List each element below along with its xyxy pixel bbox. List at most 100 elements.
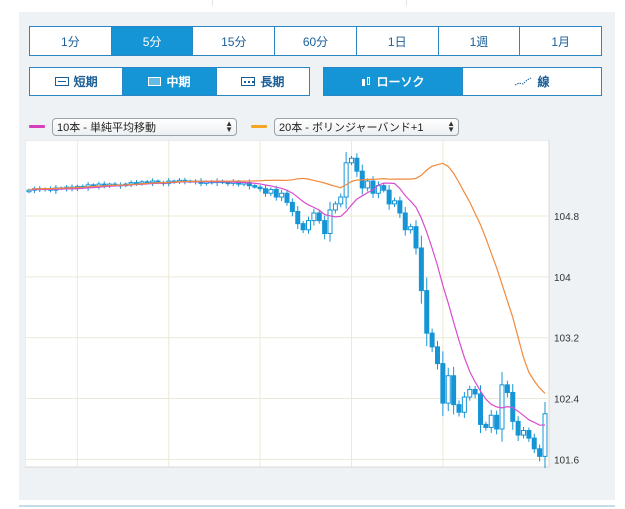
candle-body xyxy=(327,209,333,235)
candle-body xyxy=(467,388,473,398)
candlestick-button[interactable]: ローソク xyxy=(324,68,462,95)
candle-body xyxy=(424,290,430,334)
candle-body xyxy=(354,157,360,172)
bollinger-select[interactable]: 20本 - ボリンジャーバンド+1 ▲ ▼ xyxy=(274,117,459,136)
candle-body xyxy=(392,200,397,205)
price-chart[interactable]: 104.8104103.2102.4101.605:3507:0508:3009… xyxy=(25,140,585,470)
chart-type-toggle-group: ローソク 線 xyxy=(323,67,602,96)
candle-body xyxy=(504,384,510,393)
candle-body xyxy=(542,413,548,457)
candlestick-label: ローソク xyxy=(376,75,425,89)
short-term-button[interactable]: 短期 xyxy=(30,68,122,95)
tab-interval-1month[interactable]: 1月 xyxy=(519,27,601,55)
select-arrows-icon: ▲ ▼ xyxy=(447,118,455,134)
candle-body xyxy=(402,212,408,231)
interval-tabs: 1分 5分 15分 60分 1日 1週 1月 xyxy=(29,26,602,56)
candle-body xyxy=(273,188,279,198)
candle-body xyxy=(478,393,483,425)
candle-body xyxy=(445,375,451,404)
candle-body xyxy=(386,189,392,205)
tab-interval-1min[interactable]: 1分 xyxy=(30,27,111,55)
divider xyxy=(212,0,213,6)
candle-body xyxy=(284,192,290,203)
y-tick-label: 103.2 xyxy=(554,334,579,345)
candle-body xyxy=(521,429,526,436)
candle-body xyxy=(408,226,414,231)
y-tick-label: 104.8 xyxy=(554,212,579,223)
long-term-label: 長期 xyxy=(260,75,285,89)
candle-body xyxy=(483,423,489,428)
range-long-icon xyxy=(241,77,256,86)
candle-body xyxy=(418,247,424,292)
line-chart-icon xyxy=(515,77,532,86)
term-toggle-group: 短期 中期 長期 xyxy=(29,67,310,96)
candle-body xyxy=(279,192,285,198)
candle-body xyxy=(225,182,231,185)
tab-interval-1week[interactable]: 1週 xyxy=(437,27,520,55)
y-tick-label: 101.6 xyxy=(554,455,579,466)
candle-body xyxy=(349,157,354,164)
select-arrows-icon: ▲ ▼ xyxy=(225,118,233,134)
bb-color-swatch xyxy=(251,125,267,128)
candle-body xyxy=(435,346,440,365)
candle-body xyxy=(472,388,478,395)
candle-body xyxy=(134,182,139,185)
y-tick-label: 102.4 xyxy=(554,395,579,406)
ma-color-swatch xyxy=(29,125,45,128)
candle-body xyxy=(268,188,274,194)
candle-body xyxy=(128,182,134,185)
bollinger-indicator: 20本 - ボリンジャーバンド+1 ▲ ▼ xyxy=(251,117,459,136)
candle-body xyxy=(494,414,500,430)
candle-body xyxy=(263,188,268,194)
candle-body xyxy=(526,429,532,439)
plot-area xyxy=(25,140,550,468)
candle-body xyxy=(252,185,258,188)
candle-body xyxy=(332,203,338,211)
candle-body xyxy=(531,437,537,450)
candle-body xyxy=(537,448,543,457)
candle-body xyxy=(322,220,328,235)
candle-body xyxy=(316,212,322,222)
candle-body xyxy=(429,332,435,348)
candle-body xyxy=(338,196,344,205)
mid-term-button[interactable]: 中期 xyxy=(122,68,216,95)
candle-body xyxy=(456,404,462,413)
candle-body xyxy=(440,363,446,404)
line-chart-button[interactable]: 線 xyxy=(462,68,601,95)
candle-body xyxy=(295,210,301,225)
candle-body xyxy=(488,414,494,428)
candle-body xyxy=(397,200,403,214)
range-mid-icon xyxy=(148,77,162,86)
candle-body xyxy=(306,220,311,231)
moving-average-value: 10本 - 単純平均移動 xyxy=(57,121,157,134)
mid-term-label: 中期 xyxy=(166,75,191,89)
tab-interval-5min[interactable]: 5分 xyxy=(110,27,193,55)
bollinger-value: 20本 - ボリンジャーバンド+1 xyxy=(279,121,424,134)
tab-interval-60min[interactable]: 60分 xyxy=(274,27,356,55)
line-chart-label: 線 xyxy=(537,75,550,89)
candle-body xyxy=(311,212,317,222)
range-short-icon xyxy=(54,77,69,86)
moving-average-select[interactable]: 10本 - 単純平均移動 ▲ ▼ xyxy=(52,117,237,136)
candle-body xyxy=(257,186,263,190)
candle-body xyxy=(451,375,457,406)
divider xyxy=(406,0,407,6)
tab-interval-15min[interactable]: 15分 xyxy=(192,27,274,55)
candle-body xyxy=(381,185,387,191)
candle-body xyxy=(461,396,467,413)
candle-body xyxy=(370,180,376,194)
candle-body xyxy=(289,201,295,212)
long-term-button[interactable]: 長期 xyxy=(215,68,309,95)
candle-body xyxy=(300,223,306,231)
candle-body xyxy=(365,180,371,189)
candle-body xyxy=(343,162,349,198)
top-strip xyxy=(0,0,625,12)
bottom-rule xyxy=(19,505,615,507)
candle-body xyxy=(144,181,150,184)
tab-interval-1day[interactable]: 1日 xyxy=(355,27,438,55)
y-tick-label: 104 xyxy=(554,273,571,284)
candlestick-icon xyxy=(361,76,371,87)
chart-svg: 104.8104103.2102.4101.605:3507:0508:3009… xyxy=(25,140,579,469)
moving-average-indicator: 10本 - 単純平均移動 ▲ ▼ xyxy=(29,117,237,136)
candle-body xyxy=(515,420,521,436)
